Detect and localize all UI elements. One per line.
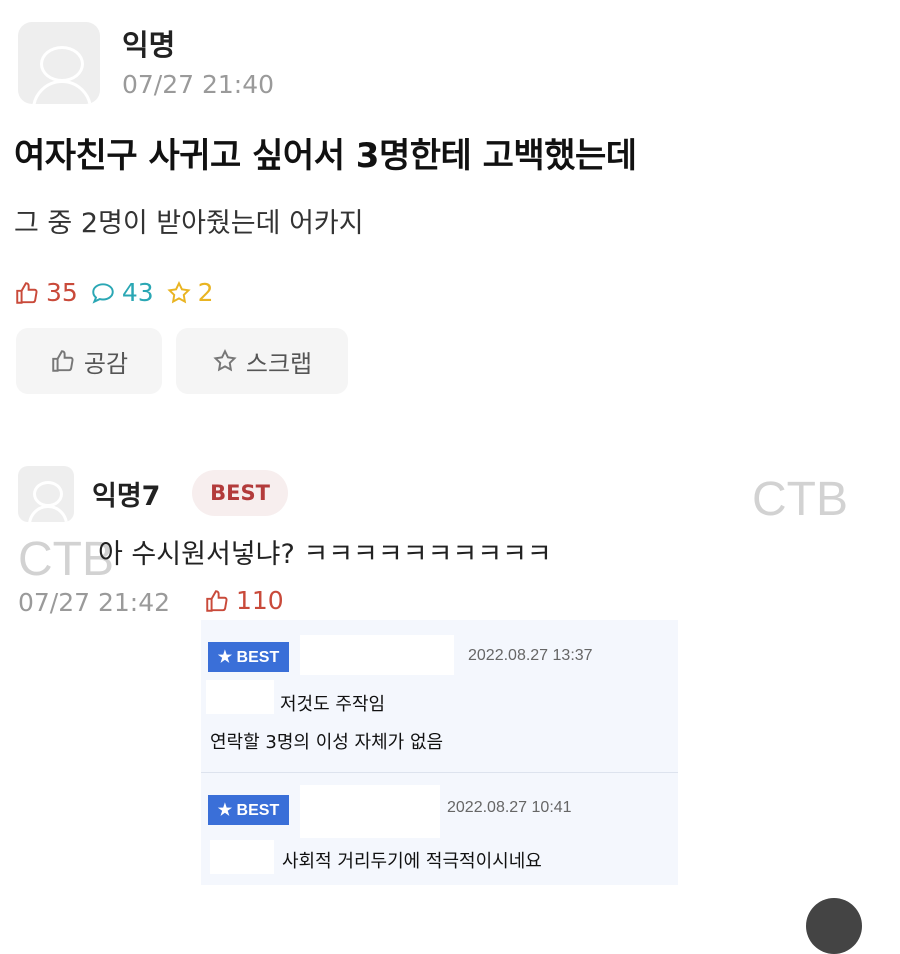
- like-button-label: 공감: [83, 349, 129, 378]
- reply-divider: [201, 772, 678, 773]
- avatar-icon-head: [33, 481, 63, 507]
- reply-text-line: 연락할 3명의 이성 자체가 없음: [210, 732, 444, 753]
- thumbs-up-icon: [16, 281, 38, 304]
- watermark: CTB: [752, 473, 848, 526]
- scrap-count: 2: [197, 278, 214, 307]
- comment-count: 43: [121, 278, 154, 307]
- comment-count-stat: 43: [90, 278, 154, 307]
- comment-bubble-icon: [92, 282, 114, 304]
- author-avatar[interactable]: [18, 22, 100, 104]
- comment-like-count: 110: [236, 586, 284, 615]
- comment-text: 아 수시원서넣냐? ㅋㅋㅋㅋㅋㅋㅋㅋㅋㅋ: [98, 539, 552, 570]
- redacted-username: [300, 635, 454, 675]
- redacted-text: [210, 840, 274, 874]
- post-timestamp: 07/27 21:40: [122, 70, 275, 99]
- scrap-button-label: 스크랩: [245, 349, 313, 378]
- avatar-icon-head: [40, 46, 84, 82]
- comment-author-avatar[interactable]: [18, 466, 74, 522]
- post-stats: 35 43 2: [14, 278, 226, 307]
- avatar-icon-body: [28, 505, 68, 522]
- reply-best-tag: ★ BEST: [208, 642, 289, 672]
- comment-timestamp: 07/27 21:42: [18, 588, 171, 617]
- post-title: 여자친구 사귀고 싶어서 3명한테 고백했는데: [14, 136, 637, 176]
- post-body: 그 중 2명이 받아줬는데 어카지: [14, 208, 364, 239]
- reply-text-line: 사회적 거리두기에 적극적이시네요: [282, 851, 542, 872]
- star-icon: [213, 349, 237, 372]
- like-count-stat: 35: [14, 278, 78, 307]
- thumbs-up-icon: [206, 589, 228, 612]
- post-author: 익명: [122, 28, 176, 62]
- avatar-icon-body: [32, 80, 92, 104]
- comment-author: 익명7: [92, 481, 161, 512]
- reply-date: 2022.08.27 13:37: [468, 647, 593, 664]
- comment-like-button[interactable]: 110: [204, 586, 284, 615]
- like-button[interactable]: 공감: [16, 328, 162, 394]
- reply-best-tag: ★ BEST: [208, 795, 289, 825]
- scrap-button[interactable]: 스크랩: [176, 328, 348, 394]
- redacted-text: [206, 680, 274, 714]
- redacted-username: [300, 785, 440, 838]
- like-count: 35: [46, 278, 78, 307]
- reply-text-line: 저것도 주작임: [280, 694, 386, 715]
- best-badge: BEST: [192, 470, 288, 516]
- floating-button[interactable]: [806, 898, 862, 954]
- star-icon: [167, 280, 191, 303]
- scrap-count-stat: 2: [166, 278, 214, 307]
- thumbs-up-icon: [52, 350, 74, 372]
- reply-date: 2022.08.27 10:41: [447, 799, 572, 816]
